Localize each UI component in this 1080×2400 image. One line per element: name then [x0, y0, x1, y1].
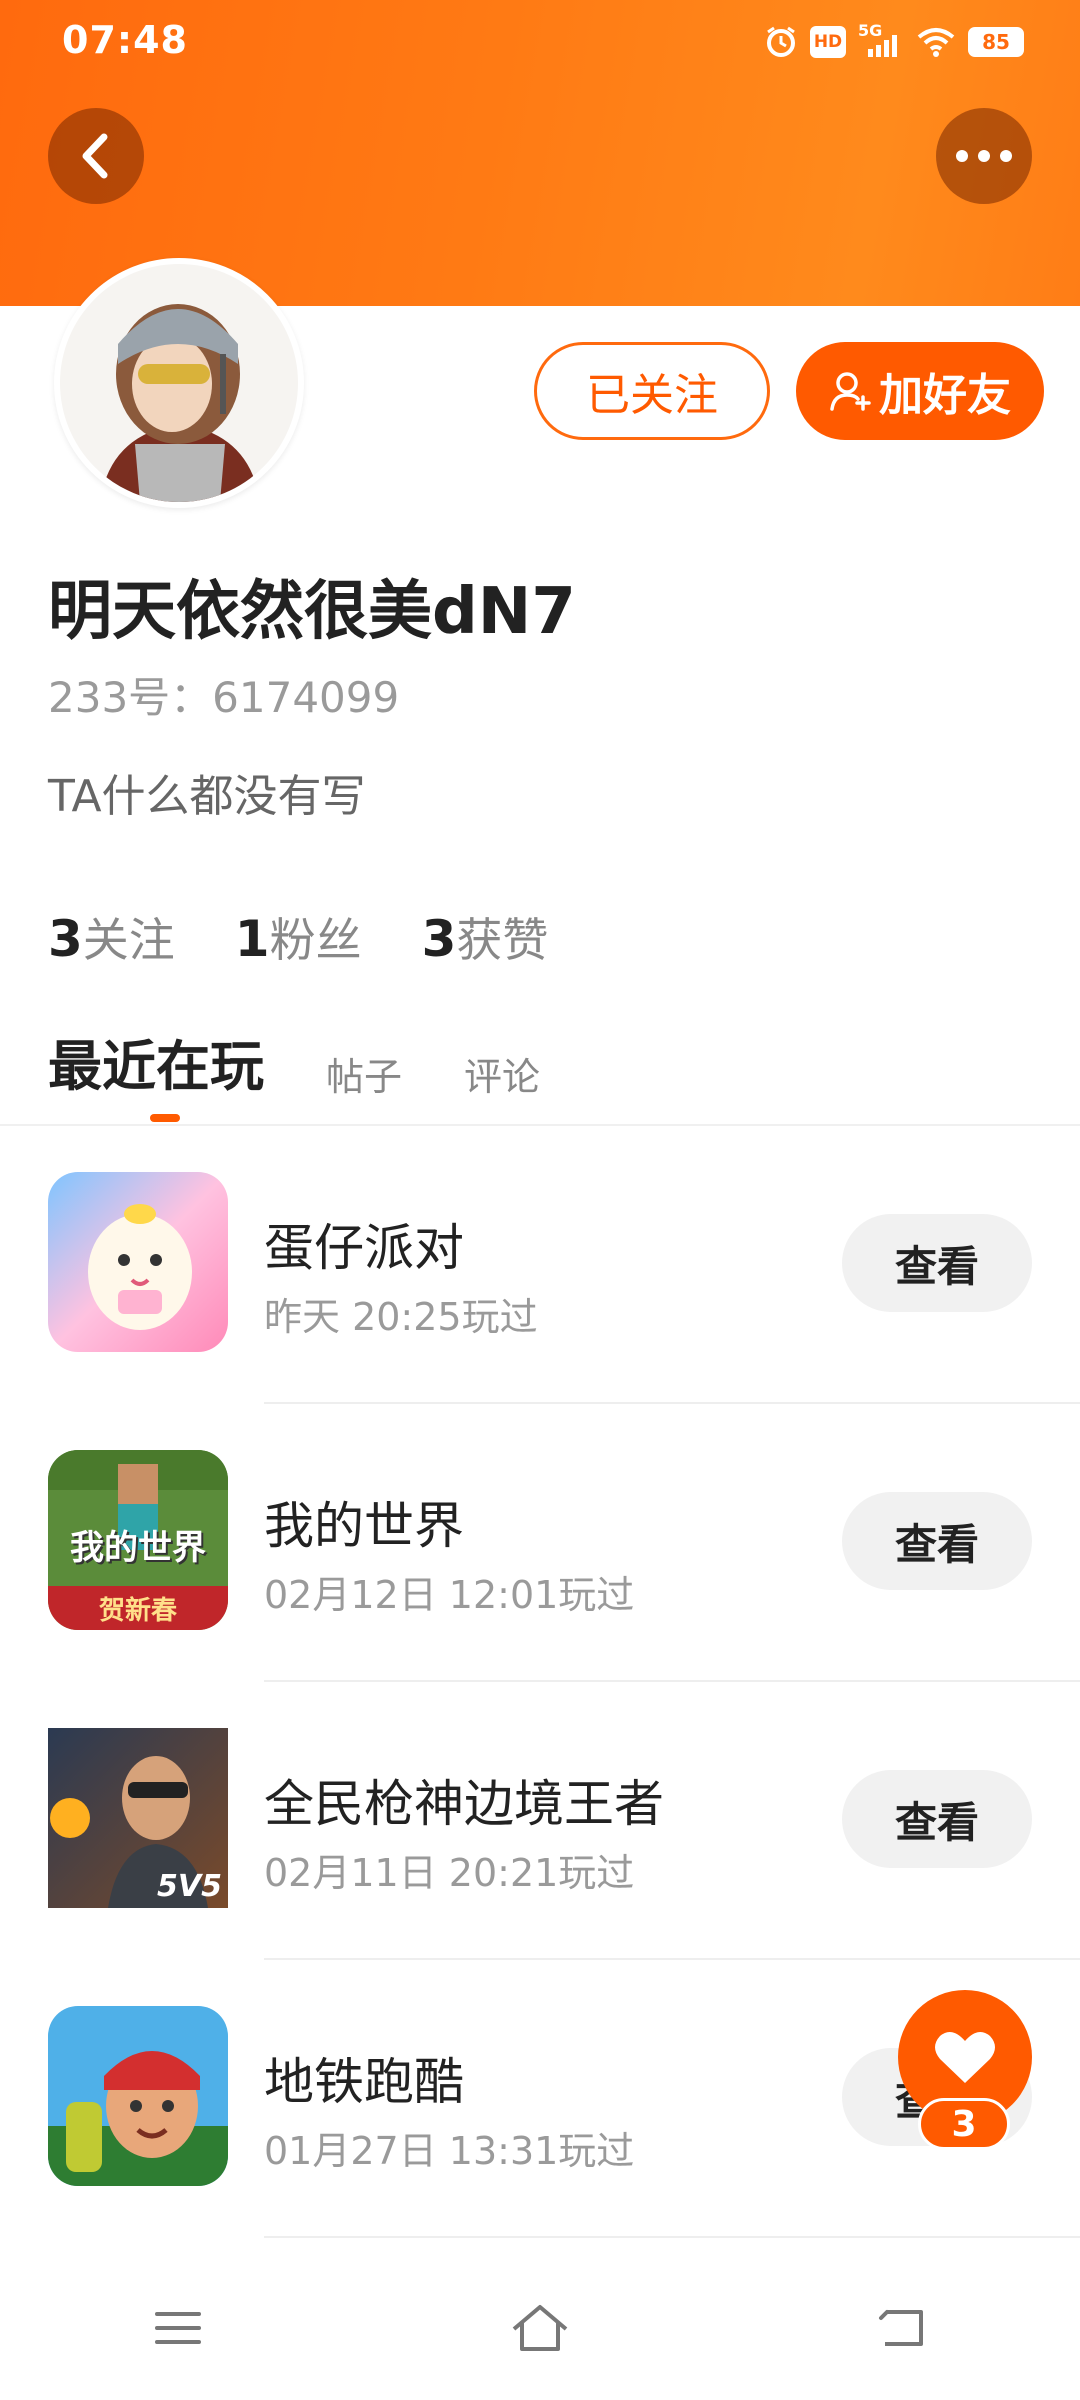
home-icon[interactable]	[510, 2303, 570, 2357]
eggy-party-icon	[48, 1172, 228, 1352]
tab-recently-played[interactable]: 最近在玩	[48, 1022, 264, 1109]
shooter-game-icon: 5V5	[48, 1728, 228, 1908]
stats-row: 3关注 1粉丝 3获赞	[48, 904, 548, 970]
user-id: 233号：6174099	[48, 673, 400, 722]
status-bar: 07:48 HD 5G 85	[0, 0, 1080, 86]
active-tab-indicator	[150, 1114, 180, 1122]
icon-subtitle: 贺新春	[98, 1596, 177, 1626]
divider	[264, 2236, 1080, 2238]
game-name: 我的世界	[264, 1497, 464, 1555]
game-name: 地铁跑酷	[264, 2053, 464, 2111]
heart-icon	[935, 2032, 995, 2083]
stat-likes[interactable]: 3获赞	[422, 904, 549, 970]
add-friend-label: 加好友	[879, 370, 1011, 421]
game-name: 全民枪神边境王者	[264, 1775, 664, 1833]
add-friend-button[interactable]: 加好友	[796, 342, 1044, 440]
stat-count: 3	[421, 910, 457, 968]
last-played: 02月12日 12:01玩过	[264, 1573, 635, 1617]
menu-icon[interactable]	[153, 2308, 203, 2352]
stat-label: 关注	[82, 913, 175, 967]
tab-bar: 最近在玩 帖子 评论	[48, 1022, 540, 1109]
tab-comments[interactable]: 评论	[464, 1046, 540, 1109]
last-played: 02月11日 20:21玩过	[264, 1851, 635, 1895]
list-item[interactable]: 蛋仔派对 昨天 20:25玩过 查看	[0, 1126, 1080, 1404]
stat-label: 获赞	[456, 913, 549, 967]
subway-surfers-icon	[48, 2006, 228, 2186]
last-played: 昨天 20:25玩过	[264, 1295, 538, 1339]
like-count-badge: 3	[918, 2098, 1010, 2150]
last-played: 01月27日 13:31玩过	[264, 2129, 635, 2173]
stat-label: 粉丝	[269, 913, 362, 967]
alarm-icon	[764, 25, 798, 59]
avatar[interactable]	[54, 258, 304, 508]
tab-posts[interactable]: 帖子	[326, 1046, 402, 1109]
stat-following[interactable]: 3关注	[48, 904, 175, 970]
followed-button[interactable]: 已关注	[534, 342, 770, 440]
list-item[interactable]: 5V5 全民枪神边境王者 02月11日 20:21玩过 查看	[0, 1682, 1080, 1960]
stat-followers[interactable]: 1粉丝	[235, 904, 362, 970]
stat-count: 1	[234, 910, 270, 968]
game-name: 蛋仔派对	[264, 1219, 464, 1277]
back-nav-icon[interactable]	[877, 2306, 927, 2354]
more-dots-icon	[956, 150, 1012, 162]
username: 明天依然很美dN7	[48, 575, 576, 649]
chevron-left-icon	[82, 133, 108, 179]
system-nav-bar	[0, 2260, 1080, 2400]
add-user-icon	[830, 372, 871, 411]
back-button[interactable]	[48, 108, 144, 204]
status-icons: HD 5G 85	[764, 21, 1024, 62]
network-type-label: 5G	[858, 21, 883, 40]
signal-icon: 5G	[858, 21, 904, 59]
battery-icon: 85	[968, 27, 1024, 57]
stat-count: 3	[48, 910, 83, 968]
bio: TA什么都没有写	[48, 771, 366, 822]
view-button[interactable]: 查看	[842, 1770, 1032, 1868]
status-time: 07:48	[62, 18, 188, 62]
view-button[interactable]: 查看	[842, 1214, 1032, 1312]
view-button[interactable]: 查看	[842, 1492, 1032, 1590]
minecraft-icon: 我的世界 贺新春	[48, 1450, 228, 1630]
icon-title: 我的世界	[70, 1528, 206, 1568]
more-options-button[interactable]	[936, 108, 1032, 204]
hd-icon: HD	[810, 26, 846, 58]
icon-badge-text: 5V5	[157, 1869, 222, 1904]
wifi-icon	[916, 26, 956, 58]
list-item[interactable]: 我的世界 贺新春 我的世界 02月12日 12:01玩过 查看	[0, 1404, 1080, 1682]
